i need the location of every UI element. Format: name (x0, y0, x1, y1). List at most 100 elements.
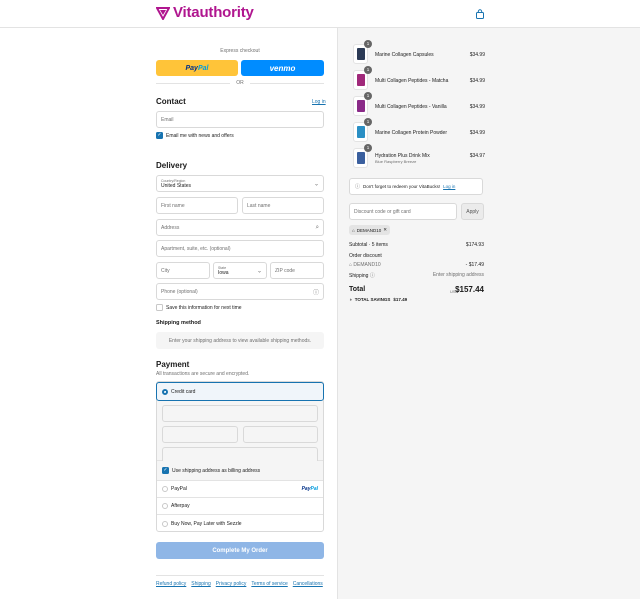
tag-icon: ⌂ (349, 262, 353, 268)
tag-icon: ⌂ (352, 227, 355, 233)
billing-address-row: ✓ Use shipping address as billing addres… (157, 461, 323, 481)
paypal-logo: PayPal (302, 486, 318, 492)
item-price: $34.99 (469, 78, 485, 84)
express-checkout-title: Express checkout (220, 48, 260, 54)
product-image-fill (357, 48, 365, 60)
cart-item: 1 Marine Collagen Protein Powder $34.99 (351, 118, 485, 142)
terms-of-service-link[interactable]: Terms of service (251, 581, 287, 587)
discount-tag: ⌂ DEMAND10 ✕ (349, 225, 391, 235)
credit-card-label: Credit card (171, 388, 196, 395)
help-icon[interactable]: ⓘ (370, 273, 375, 279)
order-discount-row: Order discount (349, 253, 484, 259)
paypal-option-label: PayPal (171, 486, 187, 492)
billing-same-checkbox[interactable]: ✓ (162, 467, 169, 474)
vitabucks-notice: ⓘ Don't forget to redeem your VitaBucks!… (349, 178, 483, 195)
savings-icon: ◑ (349, 297, 352, 302)
shipping-method-message: Enter your shipping address to view avai… (156, 332, 324, 349)
credit-card-radio[interactable] (162, 388, 168, 395)
chevron-down-icon: ⌄ (313, 181, 319, 187)
paypal-logo-part: Pay (185, 64, 198, 72)
payment-options: Credit card ✓ Use shipping address as bi… (156, 381, 324, 532)
item-variant: Blue Raspberry Breeze (375, 159, 417, 164)
subtotal-label: Subtotal · 5 items (349, 242, 388, 248)
quantity-badge: 1 (364, 118, 372, 126)
card-number-field[interactable] (162, 405, 318, 422)
expiration-field[interactable] (162, 426, 238, 443)
first-name-field[interactable]: First name (156, 197, 238, 214)
discount-code-input[interactable]: Discount code or gift card (349, 203, 457, 220)
country-select-value: United States (161, 182, 192, 189)
item-price: $34.99 (469, 104, 485, 110)
footer-links: Refund policy Shipping Privacy policy Te… (156, 575, 324, 587)
country-select[interactable]: Country/Region United States ⌄ (156, 175, 324, 192)
item-price: $34.97 (469, 153, 485, 159)
cancellations-link[interactable]: Cancellations (293, 581, 323, 587)
shipping-method-heading: Shipping method (156, 320, 201, 326)
shipping-row: Shipping ⓘ Enter shipping address (349, 272, 484, 279)
complete-order-button[interactable]: Complete My Order (156, 542, 324, 559)
quantity-badge: 1 (364, 40, 372, 48)
search-icon: ⌕ (315, 224, 319, 230)
paypal-express-button[interactable]: Pay Pal (156, 60, 238, 76)
payment-subtitle: All transactions are secure and encrypte… (156, 371, 250, 377)
afterpay-option[interactable]: Afterpay (157, 498, 323, 515)
save-info-label: Save this information for next time (166, 305, 242, 311)
cart-item: 1 Multi Collagen Peptides - Matcha $34.9… (351, 66, 485, 90)
remove-discount-icon[interactable]: ✕ (383, 227, 387, 233)
total-value: $157.44 (455, 285, 484, 294)
shipping-link[interactable]: Shipping (191, 581, 210, 587)
payment-heading: Payment (156, 360, 190, 369)
savings-label: TOTAL SAVINGS (354, 297, 391, 302)
item-name: Marine Collagen Capsules (375, 52, 434, 58)
news-checkbox-label: Email me with news and offers (166, 133, 234, 139)
city-field[interactable]: City (156, 262, 210, 279)
brand-name: Vitauthority (173, 4, 254, 21)
brand-logo[interactable]: Vitauthority (156, 4, 254, 21)
or-divider: OR (156, 80, 324, 86)
subtotal-value: $174.93 (465, 242, 484, 248)
paypal-radio[interactable] (162, 486, 168, 492)
apartment-field[interactable]: Apartment, suite, etc. (optional) (156, 240, 324, 257)
savings-value: $17.49 (393, 297, 408, 302)
shipping-value: Enter shipping address (432, 272, 484, 278)
afterpay-option-label: Afterpay (171, 503, 190, 509)
state-select[interactable]: State Iowa ⌄ (213, 262, 267, 279)
quantity-badge: 1 (364, 66, 372, 74)
email-field[interactable]: Email (156, 111, 324, 128)
refund-policy-link[interactable]: Refund policy (156, 581, 186, 587)
security-code-field[interactable] (243, 426, 318, 443)
last-name-field[interactable]: Last name (242, 197, 324, 214)
privacy-policy-link[interactable]: Privacy policy (216, 581, 247, 587)
news-checkbox[interactable]: ✓ (156, 132, 163, 139)
contact-heading: Contact (156, 97, 186, 106)
state-select-value: Iowa (218, 269, 229, 276)
zip-field[interactable]: ZIP code (270, 262, 324, 279)
discount-code-label: DEMAND10 (353, 262, 381, 268)
billing-same-label: Use shipping address as billing address (172, 468, 261, 474)
paypal-logo-part: Pal (197, 64, 209, 72)
address-field[interactable]: Address ⌕ (156, 219, 324, 236)
help-icon[interactable]: ⓘ (313, 287, 319, 296)
paypal-option[interactable]: PayPal PayPal (157, 481, 323, 498)
login-link[interactable]: Log in (312, 99, 326, 105)
card-fields-panel (157, 401, 323, 464)
vitabucks-login-link[interactable]: Log in (443, 184, 455, 189)
discount-code-row: ⌂ DEMAND10 - $17.49 (349, 262, 484, 268)
quantity-badge: 1 (364, 92, 372, 100)
sezzle-radio[interactable] (162, 520, 168, 527)
shopping-bag-icon[interactable] (475, 9, 485, 19)
afterpay-radio[interactable] (162, 503, 168, 509)
phone-field[interactable]: Phone (optional) ⓘ (156, 283, 324, 300)
vitabucks-notice-text: Don't forget to redeem your VitaBucks! (363, 184, 441, 189)
sezzle-option[interactable]: Buy Now, Pay Later with Sezzle (157, 515, 323, 532)
product-image-fill (357, 100, 365, 112)
delivery-heading: Delivery (156, 161, 188, 170)
save-info-checkbox[interactable] (156, 304, 163, 311)
product-image-fill (357, 126, 365, 138)
item-price: $34.99 (469, 130, 485, 136)
chevron-down-icon: ⌄ (256, 268, 262, 274)
venmo-express-button[interactable]: venmo (241, 60, 324, 76)
total-savings: ◑ TOTAL SAVINGS $17.49 (349, 297, 407, 302)
apply-discount-button[interactable]: Apply (461, 203, 484, 220)
credit-card-option[interactable]: Credit card (156, 382, 324, 401)
